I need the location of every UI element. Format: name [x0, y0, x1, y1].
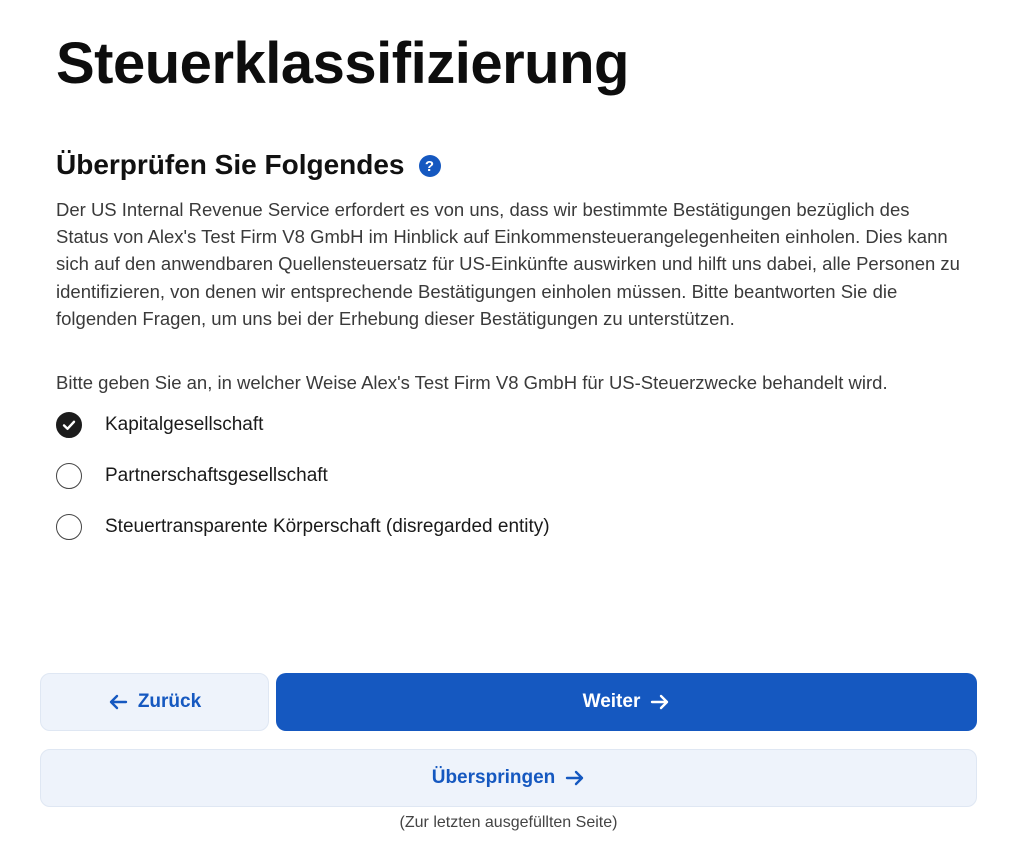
- page-title: Steuerklassifizierung: [56, 31, 629, 96]
- tax-classification-options: Kapitalgesellschaft Partnerschaftsgesell…: [56, 410, 550, 563]
- next-button-label: Weiter: [582, 691, 641, 712]
- section-heading: Überprüfen Sie Folgendes ?: [56, 146, 441, 184]
- back-button[interactable]: Zurück: [40, 673, 269, 731]
- option-disregarded-entity[interactable]: Steuertransparente Körperschaft (disrega…: [56, 512, 550, 542]
- option-partnerschaftsgesellschaft[interactable]: Partnerschaftsgesellschaft: [56, 461, 550, 491]
- skip-button[interactable]: Überspringen: [40, 749, 977, 807]
- help-icon[interactable]: ?: [418, 155, 441, 177]
- question-text: Bitte geben Sie an, in welcher Weise Ale…: [56, 372, 888, 393]
- arrow-left-icon: [109, 694, 128, 710]
- back-button-label: Zurück: [137, 691, 202, 712]
- option-kapitalgesellschaft[interactable]: Kapitalgesellschaft: [56, 410, 550, 440]
- option-label: Kapitalgesellschaft: [105, 414, 264, 435]
- intro-paragraph: Der US Internal Revenue Service erforder…: [56, 199, 960, 329]
- option-label: Steuertransparente Körperschaft (disrega…: [105, 516, 550, 537]
- check-icon: [62, 420, 76, 430]
- radio-unchecked[interactable]: [56, 514, 82, 540]
- arrow-right-icon: [566, 770, 584, 786]
- next-button[interactable]: Weiter: [276, 673, 977, 731]
- skip-button-label: Überspringen: [431, 767, 556, 788]
- section-heading-text: Überprüfen Sie Folgendes: [56, 149, 405, 180]
- skip-note: (Zur letzten ausgefüllten Seite): [399, 814, 618, 831]
- radio-unchecked[interactable]: [56, 463, 82, 489]
- arrow-right-icon: [651, 694, 669, 710]
- radio-checked[interactable]: [56, 412, 82, 438]
- option-label: Partnerschaftsgesellschaft: [105, 465, 328, 486]
